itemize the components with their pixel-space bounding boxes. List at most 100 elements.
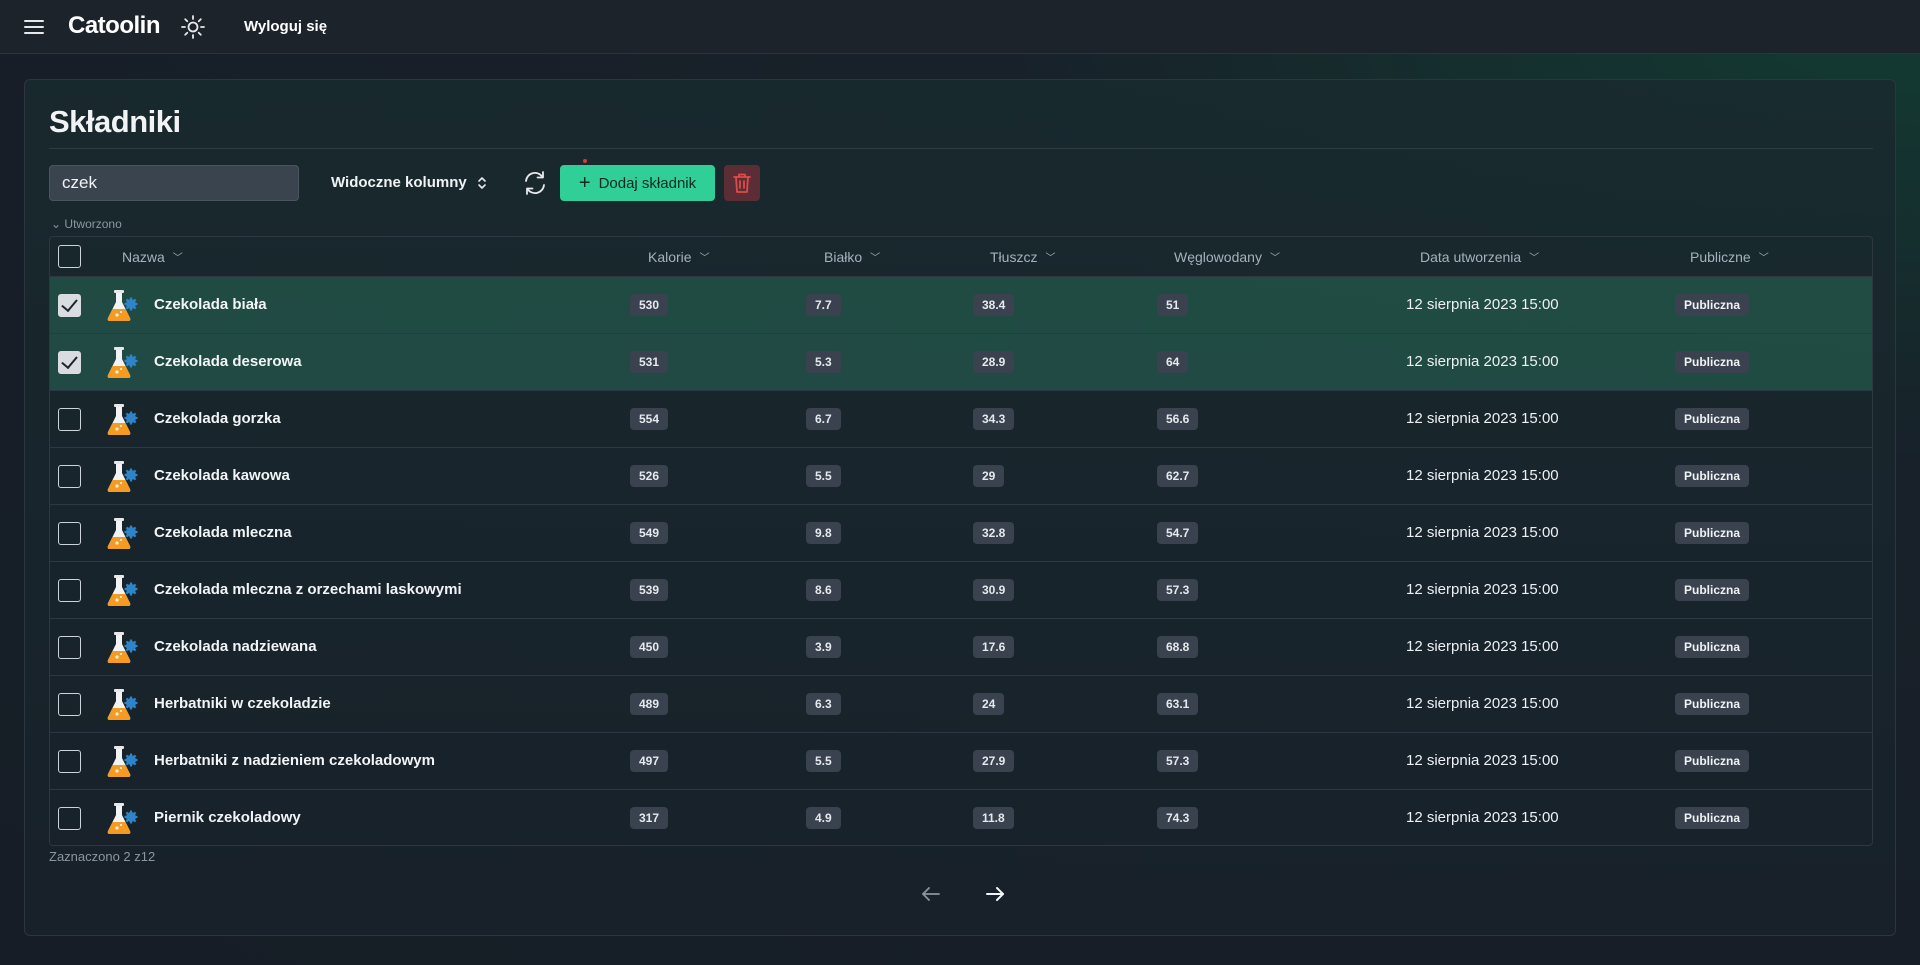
created-date: 12 sierpnia 2023 15:00 [1406,296,1559,313]
row-checkbox[interactable] [58,351,81,374]
public-badge: Publiczna [1675,351,1750,373]
column-header-protein-label: Białko [824,249,863,265]
fat-badge: 34.3 [973,408,1015,430]
refresh-icon[interactable] [521,169,549,197]
chevron-down-icon: ﹀ [1045,253,1056,264]
calories-badge: 539 [630,579,669,601]
column-header-calories[interactable]: Kalorie ﹀ [648,249,710,265]
arrow-right-icon[interactable] [981,881,1009,907]
column-header-name[interactable]: Nazwa ﹀ [122,249,183,265]
table-row[interactable]: Czekolada gorzka 554 6.7 34.3 56.6 12 si… [50,391,1872,448]
table-row[interactable]: Czekolada deserowa 531 5.3 28.9 64 12 si… [50,334,1872,391]
row-checkbox[interactable] [58,579,81,602]
carbs-badge: 74.3 [1157,807,1199,829]
chevron-updown-icon [477,176,486,189]
fat-badge: 24 [973,693,1005,715]
protein-badge: 6.7 [806,408,841,430]
sun-icon[interactable] [180,14,206,40]
select-all-checkbox[interactable] [58,245,81,268]
table-row[interactable]: Czekolada kawowa 526 5.5 29 62.7 12 sier… [50,448,1872,505]
fat-badge: 11.8 [973,807,1014,829]
protein-badge: 5.5 [806,465,841,487]
table-row[interactable]: Piernik czekoladowy 317 4.9 11.8 74.3 12… [50,790,1872,845]
fat-badge: 17.6 [973,636,1015,658]
public-badge: Publiczna [1675,294,1750,316]
public-badge: Publiczna [1675,693,1750,715]
row-checkbox[interactable] [58,693,81,716]
row-checkbox[interactable] [58,294,81,317]
table-row[interactable]: Herbatniki w czekoladzie 489 6.3 24 63.1… [50,676,1872,733]
fat-badge: 28.9 [973,351,1015,373]
top-bar: Catoolin Wyloguj się [0,0,1920,54]
public-badge: Publiczna [1675,408,1750,430]
selection-count: Zaznaczono 2 z12 [49,849,156,864]
table-row[interactable]: Czekolada nadziewana 450 3.9 17.6 68.8 1… [50,619,1872,676]
calories-badge: 526 [630,465,669,487]
row-name: Czekolada deserowa [154,353,302,370]
add-ingredient-label: Dodaj składnik [598,174,697,192]
created-date: 12 sierpnia 2023 15:00 [1406,638,1559,655]
arrow-left-icon[interactable] [917,881,945,907]
row-checkbox[interactable] [58,636,81,659]
column-header-name-label: Nazwa [122,249,165,265]
column-header-created-label: Data utworzenia [1420,249,1522,265]
flask-gear-icon [106,574,138,608]
row-name: Czekolada mleczna [154,524,292,541]
fat-badge: 27.9 [973,750,1015,772]
column-header-carbs[interactable]: Węglowodany ﹀ [1174,249,1280,265]
created-date: 12 sierpnia 2023 15:00 [1406,695,1559,712]
table-row[interactable]: Czekolada biała 530 7.7 38.4 51 12 sierp… [50,277,1872,334]
created-date: 12 sierpnia 2023 15:00 [1406,467,1559,484]
row-name: Czekolada biała [154,296,267,313]
carbs-badge: 54.7 [1157,522,1199,544]
logout-link[interactable]: Wyloguj się [244,18,327,35]
column-header-created[interactable]: Data utworzenia ﹀ [1420,249,1539,265]
flask-gear-icon [106,745,138,779]
table-row[interactable]: Herbatniki z nadzieniem czekoladowym 497… [50,733,1872,790]
fat-badge: 29 [973,465,1005,487]
visible-columns-button[interactable]: Widoczne kolumny [331,174,487,191]
fat-badge: 38.4 [973,294,1015,316]
page-title: Składniki [49,104,181,139]
marker-dot [583,159,587,163]
column-header-fat[interactable]: Tłuszcz ﹀ [990,249,1055,265]
row-checkbox[interactable] [58,408,81,431]
visible-columns-label: Widoczne kolumny [331,174,467,191]
table-row[interactable]: Czekolada mleczna z orzechami laskowymi … [50,562,1872,619]
carbs-badge: 64 [1157,351,1189,373]
column-header-protein[interactable]: Białko ﹀ [824,249,880,265]
table-row[interactable]: Czekolada mleczna 549 9.8 32.8 54.7 12 s… [50,505,1872,562]
fat-badge: 32.8 [973,522,1015,544]
protein-badge: 5.5 [806,750,841,772]
public-badge: Publiczna [1675,807,1750,829]
row-name: Herbatniki w czekoladzie [154,695,331,712]
chevron-down-icon: ﹀ [870,253,881,264]
calories-badge: 530 [630,294,669,316]
sort-indicator-label: Utworzono [64,217,122,231]
row-name: Czekolada mleczna z orzechami laskowymi [154,581,462,598]
trash-icon [733,173,751,193]
created-date: 12 sierpnia 2023 15:00 [1406,809,1559,826]
row-checkbox[interactable] [58,807,81,830]
app-title[interactable]: Catoolin [68,12,161,40]
chevron-down-icon: ﹀ [1529,253,1540,264]
plus-icon: + [578,172,591,194]
sort-indicator[interactable]: ⌄ Utworzono [51,217,122,231]
flask-gear-icon [106,460,138,494]
flask-gear-icon [106,688,138,722]
search-input[interactable] [49,165,299,201]
row-checkbox[interactable] [58,465,81,488]
row-checkbox[interactable] [58,750,81,773]
calories-badge: 497 [630,750,669,772]
chevron-down-icon: ⌄ [51,217,62,231]
row-name: Czekolada nadziewana [154,638,317,655]
add-ingredient-button[interactable]: + Dodaj składnik [560,165,715,201]
menu-icon[interactable] [22,16,46,38]
row-checkbox[interactable] [58,522,81,545]
flask-gear-icon [106,403,138,437]
column-header-public[interactable]: Publiczne ﹀ [1690,249,1769,265]
delete-button[interactable] [724,165,760,201]
calories-badge: 554 [630,408,669,430]
protein-badge: 3.9 [806,636,841,658]
protein-badge: 5.3 [806,351,841,373]
